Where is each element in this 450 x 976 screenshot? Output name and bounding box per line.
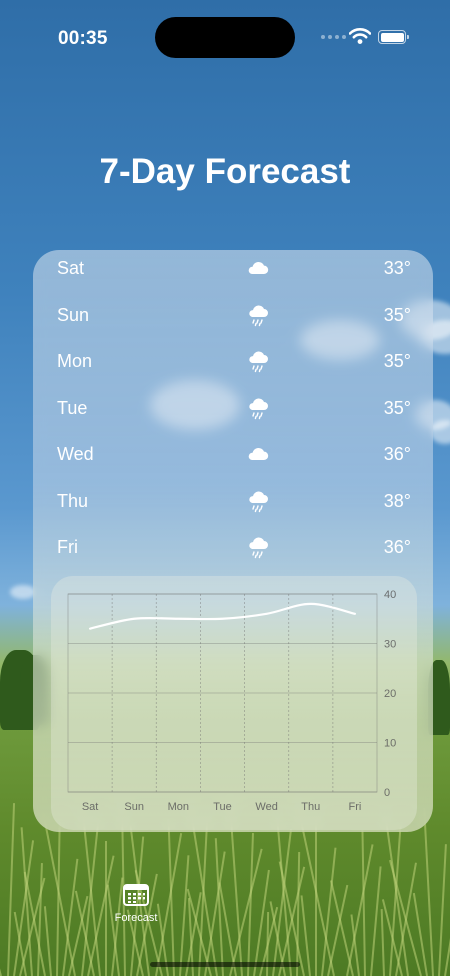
y-tick-label: 40	[384, 589, 396, 601]
forecast-row-mon: Mon 35°	[33, 346, 433, 376]
home-indicator	[150, 962, 300, 967]
cloud-icon	[248, 447, 269, 460]
y-tick-label: 30	[384, 639, 396, 651]
page-title: 7-Day Forecast	[99, 152, 351, 191]
temperature-line	[88, 602, 357, 630]
forecast-day: Thu	[57, 490, 89, 511]
tab-forecast-label: Forecast	[114, 912, 158, 924]
x-tick-label: Wed	[255, 801, 277, 813]
forecast-temp: 36°	[383, 537, 411, 557]
x-tick-label: Mon	[168, 801, 189, 813]
dynamic-island	[155, 17, 295, 58]
cloud-icon	[248, 261, 269, 274]
x-tick-label: Fri	[349, 801, 362, 813]
forecast-day: Sat	[57, 258, 85, 278]
cloud-rain-icon	[249, 537, 268, 559]
forecast-day: Sun	[57, 304, 90, 325]
cloud-rain-icon	[249, 304, 268, 326]
forecast-row-tue: Tue 35°	[33, 393, 433, 423]
forecast-row-fri: Fri 36°	[33, 532, 433, 562]
y-tick-label: 10	[384, 738, 396, 750]
x-tick-label: Sat	[82, 801, 99, 813]
forecast-row-sat: Sat 33°	[33, 253, 433, 283]
wifi-icon	[349, 28, 371, 44]
cellular-signal-icon	[321, 35, 346, 39]
forecast-temp: 38°	[383, 490, 411, 511]
forecast-day: Mon	[57, 351, 93, 371]
forecast-day: Tue	[57, 397, 88, 418]
x-tick-label: Tue	[213, 801, 232, 813]
cloud-rain-icon	[249, 490, 268, 512]
y-tick-label: 0	[384, 787, 390, 799]
calendar-grid-icon	[123, 884, 149, 906]
x-tick-label: Thu	[301, 801, 320, 813]
forecast-temp: 36°	[383, 444, 411, 464]
y-tick-label: 20	[384, 688, 396, 700]
forecast-row-wed: Wed 36°	[33, 439, 433, 469]
status-time: 00:35	[58, 28, 108, 49]
forecast-day: Fri	[57, 537, 78, 557]
cloud-rain-icon	[249, 397, 268, 419]
forecast-row-sun: Sun 35°	[33, 300, 433, 330]
chart-svg: 0 10 20 30 40 Sat Sun Mon Tue Wed Thu Fri	[67, 589, 396, 813]
forecast-temp: 35°	[383, 351, 411, 371]
tab-forecast[interactable]: Forecast	[107, 884, 165, 934]
forecast-temp: 33°	[383, 258, 411, 278]
x-tick-label: Sun	[124, 801, 144, 813]
battery-icon	[378, 30, 409, 44]
forecast-day: Wed	[57, 444, 94, 464]
cloud-rain-icon	[249, 351, 268, 373]
forecast-temp: 35°	[383, 304, 411, 325]
forecast-row-thu: Thu 38°	[33, 486, 433, 516]
app-screen: 00:35 7-Day Forecast Sat 33° Sun 35° Mon 35° T…	[0, 0, 450, 976]
temperature-chart: 0 10 20 30 40 Sat Sun Mon Tue Wed Thu Fri	[51, 576, 417, 830]
forecast-temp: 35°	[383, 397, 411, 418]
